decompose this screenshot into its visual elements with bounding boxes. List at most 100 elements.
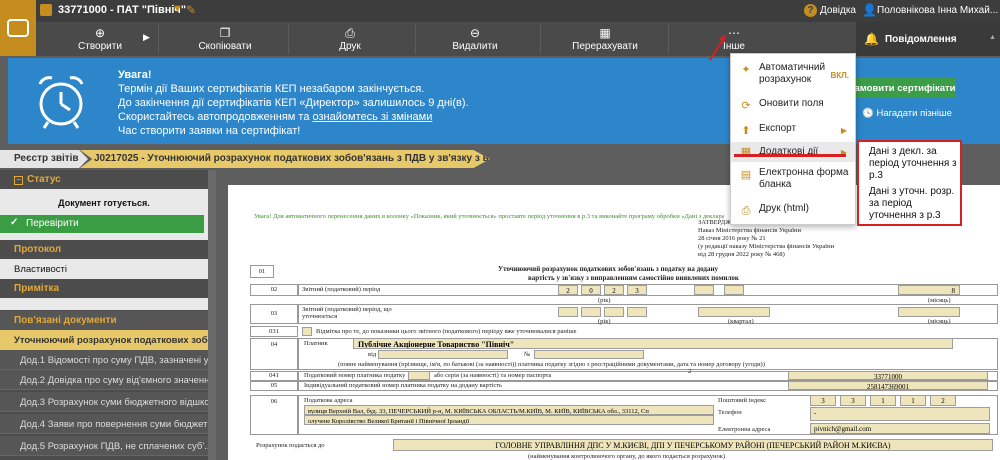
user-icon: 👤	[862, 3, 877, 17]
related-doc-item[interactable]: Дод.3 Розрахунок суми бюджетного відшкод…	[0, 392, 208, 412]
banner-line: Термін дії Ваших сертифікатів КЕП незаба…	[118, 83, 425, 95]
status-header[interactable]: − Статус	[0, 170, 208, 189]
approval-text: 28 січня 2016 року № 21	[698, 235, 766, 242]
protocol-header[interactable]: Протокол	[0, 240, 208, 259]
year-digit[interactable]	[627, 307, 647, 317]
company-title[interactable]: 33771000 - ПАТ "Північ"	[58, 4, 186, 16]
collapse-icon: −	[14, 176, 23, 185]
plus-circle-icon: ⊕	[94, 25, 106, 40]
year-digit[interactable]: 2	[604, 285, 624, 295]
related-doc-item[interactable]: Дод.5 Розрахунок ПДВ, не сплачених суб'.…	[0, 436, 208, 456]
help-link[interactable]: Довідка	[820, 5, 856, 16]
related-doc-item[interactable]: Дод.1 Відомості про суму ПДВ, зазначені …	[0, 350, 208, 370]
postal-digit[interactable]: 1	[900, 395, 926, 406]
month-field[interactable]	[898, 307, 960, 317]
chevron-right-icon: ▶	[840, 126, 847, 135]
year-digit[interactable]: 0	[581, 285, 601, 295]
address-field[interactable]: вулиця Верхній Вал, буд. 33, ПЕЧЕРСЬКИЙ …	[304, 405, 714, 415]
year-digit[interactable]: 3	[627, 285, 647, 295]
scroll-caret-icon: ▲	[989, 34, 996, 41]
postal-digit[interactable]: 3	[840, 395, 866, 406]
banner-line: Час створити заявки на сертифікат!	[118, 125, 301, 137]
related-docs-header[interactable]: Пов'язані документи	[0, 311, 208, 330]
annotation-arrow	[709, 34, 726, 61]
year-digit[interactable]: 2	[558, 285, 578, 295]
email-field[interactable]: pivnich@gmail.com	[810, 423, 990, 434]
related-doc-item[interactable]: Дод.4 Заяви про повернення суми бюджетно…	[0, 414, 208, 434]
help-icon[interactable]: ?	[804, 4, 817, 17]
order-certificates-button[interactable]: Замовити сертифікати	[848, 78, 956, 98]
payer-name-field[interactable]: Публічне Акціонерне Товариство "Північ"	[353, 338, 953, 349]
delete-button[interactable]: ⊖ Видалити	[440, 22, 510, 56]
print-button[interactable]: ⎙ Друк	[320, 22, 380, 56]
field-caption: (квартал)	[728, 318, 754, 325]
row-02	[298, 284, 998, 296]
alarm-clock-icon	[38, 76, 84, 129]
upload-icon: ⬆	[741, 125, 751, 137]
field-label: №	[524, 351, 531, 358]
related-doc-item[interactable]: Дод.2 Довідка про суму від'ємного значен…	[0, 370, 208, 390]
checkbox[interactable]	[408, 371, 430, 380]
month-field[interactable]: 8	[898, 285, 960, 295]
menu-item-eform[interactable]: ▤ Електронна форма бланка	[731, 167, 855, 191]
field-label: Поштовий індекс	[718, 397, 766, 404]
postal-digit[interactable]: 3	[810, 395, 836, 406]
note-header[interactable]: Примітка	[0, 279, 208, 298]
address-field[interactable]: олучене Королівство Великої Британії і П…	[304, 415, 714, 425]
ipn-field[interactable]: 258147369001	[788, 381, 988, 390]
chevron-down-icon[interactable]: ▼	[172, 3, 183, 15]
year-digit[interactable]	[581, 307, 601, 317]
check-button[interactable]: Перевірити	[0, 215, 204, 233]
extra-actions-submenu: Дані з декл. за період уточнення з р.3 Д…	[857, 140, 962, 226]
notifications-button[interactable]: 🔔 Повідомлення ▲	[856, 22, 1000, 56]
menu-item-export[interactable]: ⬆ Експорт ▶	[731, 123, 855, 137]
menu-item-refresh[interactable]: ⟳ Оновити поля	[731, 98, 855, 112]
submenu-item-decl-data[interactable]: Дані з декл. за період уточнення з р.3	[869, 146, 961, 182]
checkbox[interactable]	[302, 327, 312, 336]
year-digit[interactable]	[604, 307, 624, 317]
quarter-field[interactable]	[698, 307, 770, 317]
app-logo[interactable]	[0, 0, 36, 56]
field-label: Відмітка про те, до показники цього звіт…	[316, 328, 577, 335]
properties-item[interactable]: Властивості	[0, 259, 208, 279]
tax-office-field[interactable]: ГОЛОВНЕ УПРАВЛІННЯ ДПС У М.КИЄВІ, ДПІ У …	[393, 439, 993, 451]
field-label: Звітний (податковий) період, що уточнюєт…	[302, 306, 392, 320]
form-title: вартість у зв'язку з виправленням самост…	[528, 274, 739, 282]
changes-link[interactable]: ознайомтесь зі змінами	[313, 111, 433, 123]
splitter[interactable]	[208, 170, 216, 460]
recalculate-button[interactable]: ▦ Перерахувати	[560, 22, 650, 56]
row-number: 03	[250, 304, 298, 324]
auto-calc-badge: ВКЛ.	[830, 71, 850, 80]
blank-cell[interactable]	[694, 285, 714, 295]
postal-digit[interactable]: 1	[870, 395, 896, 406]
document-form: Увага! Для автоматичного перенесення дан…	[228, 185, 1000, 460]
field-caption: (найменування контролюючого органу, до я…	[528, 453, 726, 460]
field-label: Розрахунок подається до	[256, 442, 325, 449]
breadcrumb-document[interactable]: J0217025 - Уточнюючий розрахунок податко…	[80, 150, 490, 168]
edit-icon[interactable]: ✎	[186, 3, 196, 17]
blank-cell[interactable]	[724, 285, 744, 295]
menu-item-auto-calc[interactable]: ✦ Автоматичний розрахунок ВКЛ.	[731, 62, 855, 86]
date-field[interactable]	[378, 350, 508, 359]
remind-later-link[interactable]: 🕓 Нагадати пізніше	[862, 108, 952, 119]
tax-number-field[interactable]: 33771000	[788, 371, 988, 380]
breadcrumb-root[interactable]: Реєстр звітів	[0, 150, 88, 168]
user-name[interactable]: Половнікова Інна Михай...	[877, 5, 998, 16]
menu-item-print-html[interactable]: ⎙ Друк (html)	[731, 203, 855, 217]
field-label: Податкова адреса	[304, 397, 353, 404]
postal-digit[interactable]: 2	[930, 395, 956, 406]
phone-field[interactable]: -	[810, 407, 990, 421]
copy-button[interactable]: ❐ Скопіювати	[180, 22, 270, 56]
submenu-item-clarif-data[interactable]: Дані з уточн. розр. за період уточнення …	[869, 186, 961, 222]
approval-text: (у редакції наказу Міністерства фінансів…	[698, 243, 835, 250]
toolbar: ⊕ Створити ▶ ❐ Скопіювати ⎙ Друк ⊖ Видалити …	[0, 22, 1000, 56]
row-number: 041	[250, 371, 298, 381]
chevron-right-icon[interactable]: ▶	[143, 32, 150, 43]
field-label: або серія (за наявності) та номер паспор…	[434, 372, 552, 379]
related-doc-item[interactable]: Уточнюючий розрахунок податкових зобов'я…	[0, 330, 208, 350]
contract-no-field[interactable]	[534, 350, 644, 359]
menu-item-extra-actions[interactable]: ▦ Додаткові дії ▶	[731, 142, 855, 162]
create-button[interactable]: ⊕ Створити	[60, 22, 140, 56]
year-digit[interactable]	[558, 307, 578, 317]
row-number: 04	[250, 338, 298, 370]
